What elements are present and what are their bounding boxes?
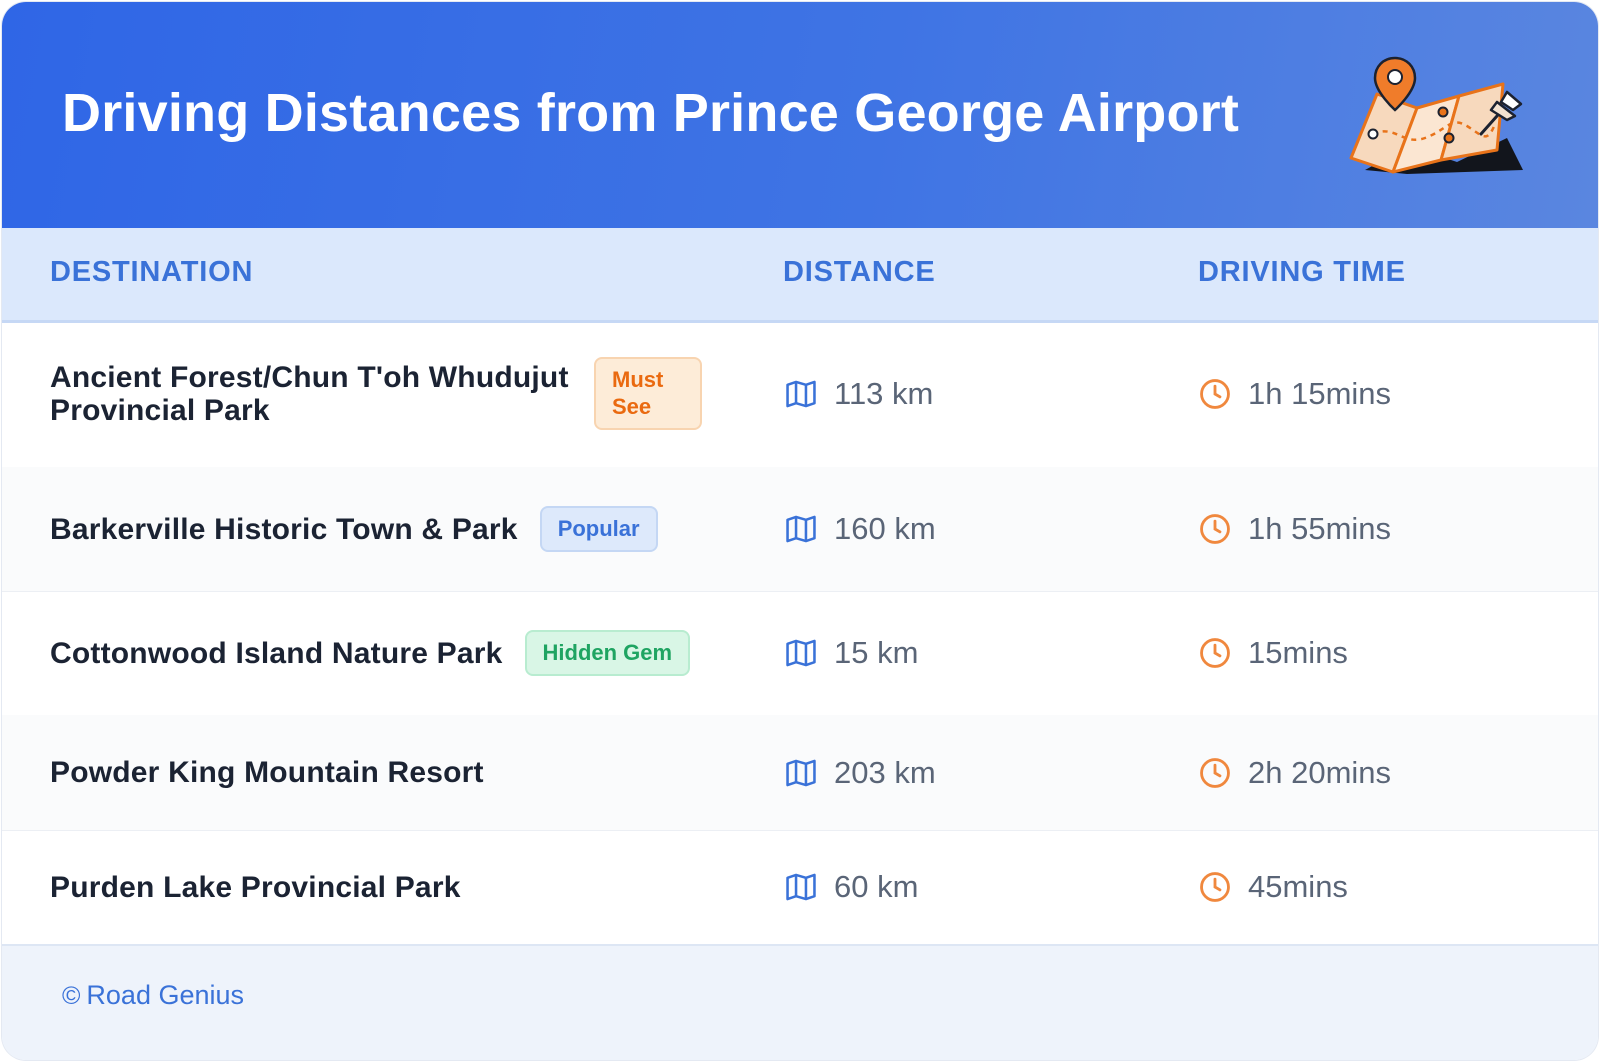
clock-icon [1200, 757, 1230, 788]
distance-cell: 203 km [784, 715, 936, 830]
page-title: Driving Distances from Prince George Air… [62, 83, 1240, 143]
time-value: 1h 15mins [1248, 375, 1392, 411]
map-icon [786, 639, 816, 667]
distance-value: 15 km [834, 635, 919, 670]
time-cell: 1h 15mins [1198, 320, 1391, 467]
table-row: Barkerville Historic Town & Park Popular… [2, 467, 1598, 592]
column-header-destination: DESTINATION [50, 256, 254, 288]
distance-cell: 113 km [784, 320, 933, 467]
brand-name: Road Genius [86, 980, 245, 1010]
time-cell: 1h 55mins [1198, 467, 1391, 591]
destination-cell: Cottonwood Island Nature Park Hidden Gem [50, 591, 691, 715]
distance-value: 60 km [834, 869, 919, 904]
table-header: DESTINATION DISTANCE DRIVING TIME [2, 228, 1598, 323]
map-icon [786, 515, 816, 543]
destination-cell: Barkerville Historic Town & Park Popular [50, 467, 658, 591]
distance-value: 113 km [834, 375, 934, 411]
time-value: 2h 20mins [1248, 754, 1392, 790]
table-row: Cottonwood Island Nature Park Hidden Gem… [2, 591, 1598, 716]
clock-icon [1200, 514, 1230, 544]
destination-name: Ancient Forest/Chun T'oh Whudujut Provin… [50, 360, 569, 427]
destination-name: Cottonwood Island Nature Park [50, 636, 503, 670]
time-value: 15mins [1248, 635, 1348, 670]
distance-value: 203 km [834, 754, 936, 790]
destination-name: Powder King Mountain Resort [50, 756, 484, 789]
clock-icon [1200, 638, 1230, 668]
table-row: Purden Lake Provincial Park 60 km 45mins [2, 830, 1598, 944]
card-header: Driving Distances from Prince George Air… [2, 2, 1598, 228]
map-icon [786, 759, 816, 786]
folded-map-with-pins-icon [1349, 56, 1523, 174]
distance-cell: 60 km [784, 830, 918, 944]
column-header-driving-time: DRIVING TIME [1198, 256, 1406, 288]
distance-cell: 160 km [784, 467, 936, 591]
status-badge: Popular [539, 505, 658, 553]
destination-cell: Purden Lake Provincial Park [50, 830, 461, 944]
brand-credit[interactable]: © Road Genius [62, 980, 244, 1011]
time-cell: 15mins [1198, 591, 1348, 715]
copyright-symbol: © [62, 982, 81, 1010]
status-badge: Hidden Gem [524, 629, 691, 677]
destination-cell: Powder King Mountain Resort [50, 715, 484, 830]
destination-name: Purden Lake Provincial Park [50, 870, 461, 904]
table-row: Powder King Mountain Resort 203 km 2h 20… [2, 715, 1598, 831]
map-icon [786, 873, 816, 901]
time-cell: 2h 20mins [1198, 715, 1391, 830]
time-cell: 45mins [1198, 830, 1348, 944]
distance-cell: 15 km [784, 591, 918, 715]
driving-distances-card: Driving Distances from Prince George Air… [2, 2, 1598, 1060]
card-footer: © Road Genius [2, 944, 1598, 1060]
column-header-distance: DISTANCE [783, 256, 936, 288]
status-badge: Must See [594, 357, 702, 430]
clock-icon [1200, 872, 1230, 902]
distance-value: 160 km [834, 511, 936, 546]
destination-name: Barkerville Historic Town & Park [50, 512, 518, 546]
time-value: 1h 55mins [1248, 511, 1392, 546]
map-icon [786, 380, 816, 407]
clock-icon [1200, 378, 1230, 409]
destination-cell: Ancient Forest/Chun T'oh Whudujut Provin… [50, 320, 702, 467]
time-value: 45mins [1248, 869, 1348, 904]
table-row: Ancient Forest/Chun T'oh Whudujut Provin… [2, 320, 1598, 468]
